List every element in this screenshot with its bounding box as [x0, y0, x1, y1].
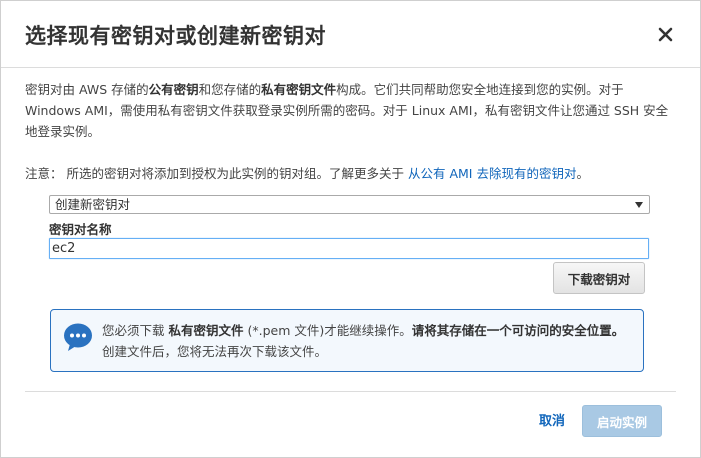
intro-text-1: 密钥对由 AWS 存储的: [25, 82, 149, 97]
keypair-name-input[interactable]: [49, 238, 649, 259]
dialog-title: 选择现有密钥对或创建新密钥对: [25, 24, 326, 48]
chat-bubble-icon: [64, 323, 92, 351]
footer-divider: [25, 391, 676, 392]
note-prefix: 注意： 所选的密钥对将添加到授权为此实例的钥对组。了解更多关于: [25, 166, 404, 181]
intro-text-2: 和您存储的: [198, 82, 262, 97]
note-text: 注意： 所选的密钥对将添加到授权为此实例的钥对组。了解更多关于 从公有 AMI …: [25, 163, 685, 182]
keypair-name-label: 密钥对名称: [49, 222, 112, 237]
keypair-select-value: 创建新密钥对: [55, 197, 131, 212]
info-store-warning: 请将其存储在一个可访问的安全位置。: [411, 323, 625, 338]
launch-instance-button[interactable]: 启动实例: [582, 405, 662, 437]
info-alert: 您必须下载 私有密钥文件 (*.pem 文件)才能继续操作。请将其存储在一个可访…: [50, 309, 644, 372]
download-keypair-button[interactable]: 下载密钥对: [553, 262, 645, 294]
info-message: 您必须下载 私有密钥文件 (*.pem 文件)才能继续操作。请将其存储在一个可访…: [102, 320, 636, 362]
keypair-dialog: 选择现有密钥对或创建新密钥对 密钥对由 AWS 存储的公有密钥和您存储的私有密钥…: [0, 0, 701, 458]
info-text-1: 您必须下载: [102, 323, 169, 338]
note-suffix: 。: [576, 166, 589, 181]
intro-text: 密钥对由 AWS 存储的公有密钥和您存储的私有密钥文件构成。它们共同帮助您安全地…: [25, 79, 680, 142]
close-icon: [658, 27, 672, 41]
remove-keypair-link[interactable]: 从公有 AMI 去除现有的密钥对: [408, 166, 576, 181]
info-text-3: 创建文件后，您将无法再次下载该文件。: [102, 344, 328, 359]
dialog-header: 选择现有密钥对或创建新密钥对: [1, 1, 700, 68]
info-text-2: (*.pem 文件)才能继续操作。: [243, 323, 412, 338]
close-button[interactable]: [652, 21, 678, 47]
intro-public-key: 公有密钥: [148, 82, 199, 97]
cancel-button[interactable]: 取消: [539, 410, 565, 429]
info-private-key: 私有密钥文件: [168, 323, 244, 338]
keypair-select[interactable]: 创建新密钥对: [49, 195, 650, 214]
dropdown-arrow-icon: [635, 202, 643, 208]
intro-private-key: 私有密钥文件: [261, 82, 337, 97]
